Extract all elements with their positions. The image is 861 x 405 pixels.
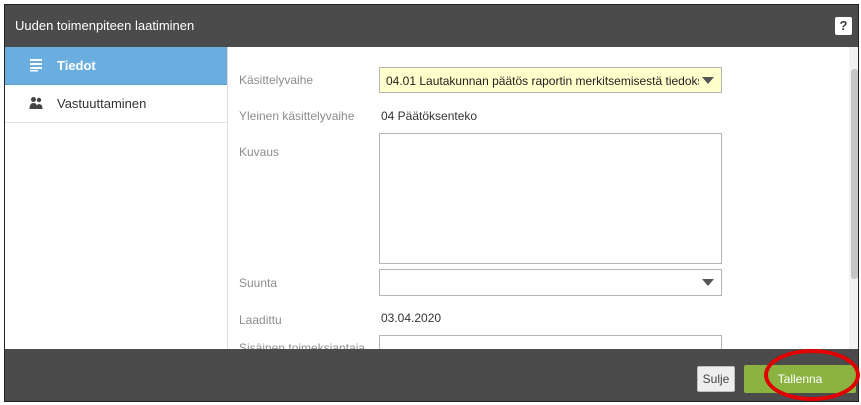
- help-button[interactable]: ?: [835, 17, 852, 35]
- kuvaus-textarea[interactable]: [379, 133, 722, 264]
- scrollbar-thumb[interactable]: [851, 69, 858, 279]
- dialog: Uuden toimenpiteen laatiminen ? Tiedot V…: [4, 4, 859, 402]
- suunta-label: Suunta: [239, 276, 278, 290]
- sidebar-item-label: Tiedot: [57, 58, 96, 73]
- save-button[interactable]: Tallenna: [744, 365, 856, 393]
- laadittu-label: Laadittu: [239, 313, 282, 327]
- dialog-titlebar: Uuden toimenpiteen laatiminen ?: [5, 5, 858, 47]
- close-button[interactable]: Sulje: [697, 366, 735, 392]
- suunta-select[interactable]: [379, 269, 722, 296]
- kasittelyvaihe-label: Käsittelyvaihe: [239, 73, 314, 87]
- yleinen-kasittelyvaihe-value: 04 Päätöksenteko: [381, 109, 478, 123]
- chevron-down-icon: [702, 77, 714, 84]
- form-content: Käsittelyvaihe 04.01 Lautakunnan päätös …: [228, 47, 858, 349]
- laadittu-value: 03.04.2020: [381, 311, 442, 325]
- kasittelyvaihe-select[interactable]: 04.01 Lautakunnan päätös raportin merkit…: [379, 67, 722, 93]
- sisainen-toimeksiantaja-label: Sisäinen toimeksiantaja: [239, 341, 366, 349]
- kasittelyvaihe-value: 04.01 Lautakunnan päätös raportin merkit…: [386, 74, 699, 88]
- sidebar-item-tiedot[interactable]: Tiedot: [5, 47, 227, 85]
- kuvaus-label: Kuvaus: [239, 145, 280, 159]
- list-icon: [30, 59, 42, 72]
- dialog-title: Uuden toimenpiteen laatiminen: [15, 18, 195, 33]
- dialog-footer: Sulje Tallenna: [5, 349, 858, 401]
- users-icon: [29, 97, 43, 109]
- sidebar-item-vastuuttaminen[interactable]: Vastuuttaminen: [5, 85, 227, 123]
- chevron-down-icon: [702, 279, 714, 286]
- sidebar-item-label: Vastuuttaminen: [57, 96, 147, 111]
- yleinen-kasittelyvaihe-label: Yleinen käsittelyvaihe: [239, 109, 355, 123]
- sidebar: Tiedot Vastuuttaminen: [5, 47, 228, 349]
- scrollbar[interactable]: [849, 47, 858, 349]
- sisainen-toimeksiantaja-field[interactable]: [379, 335, 722, 349]
